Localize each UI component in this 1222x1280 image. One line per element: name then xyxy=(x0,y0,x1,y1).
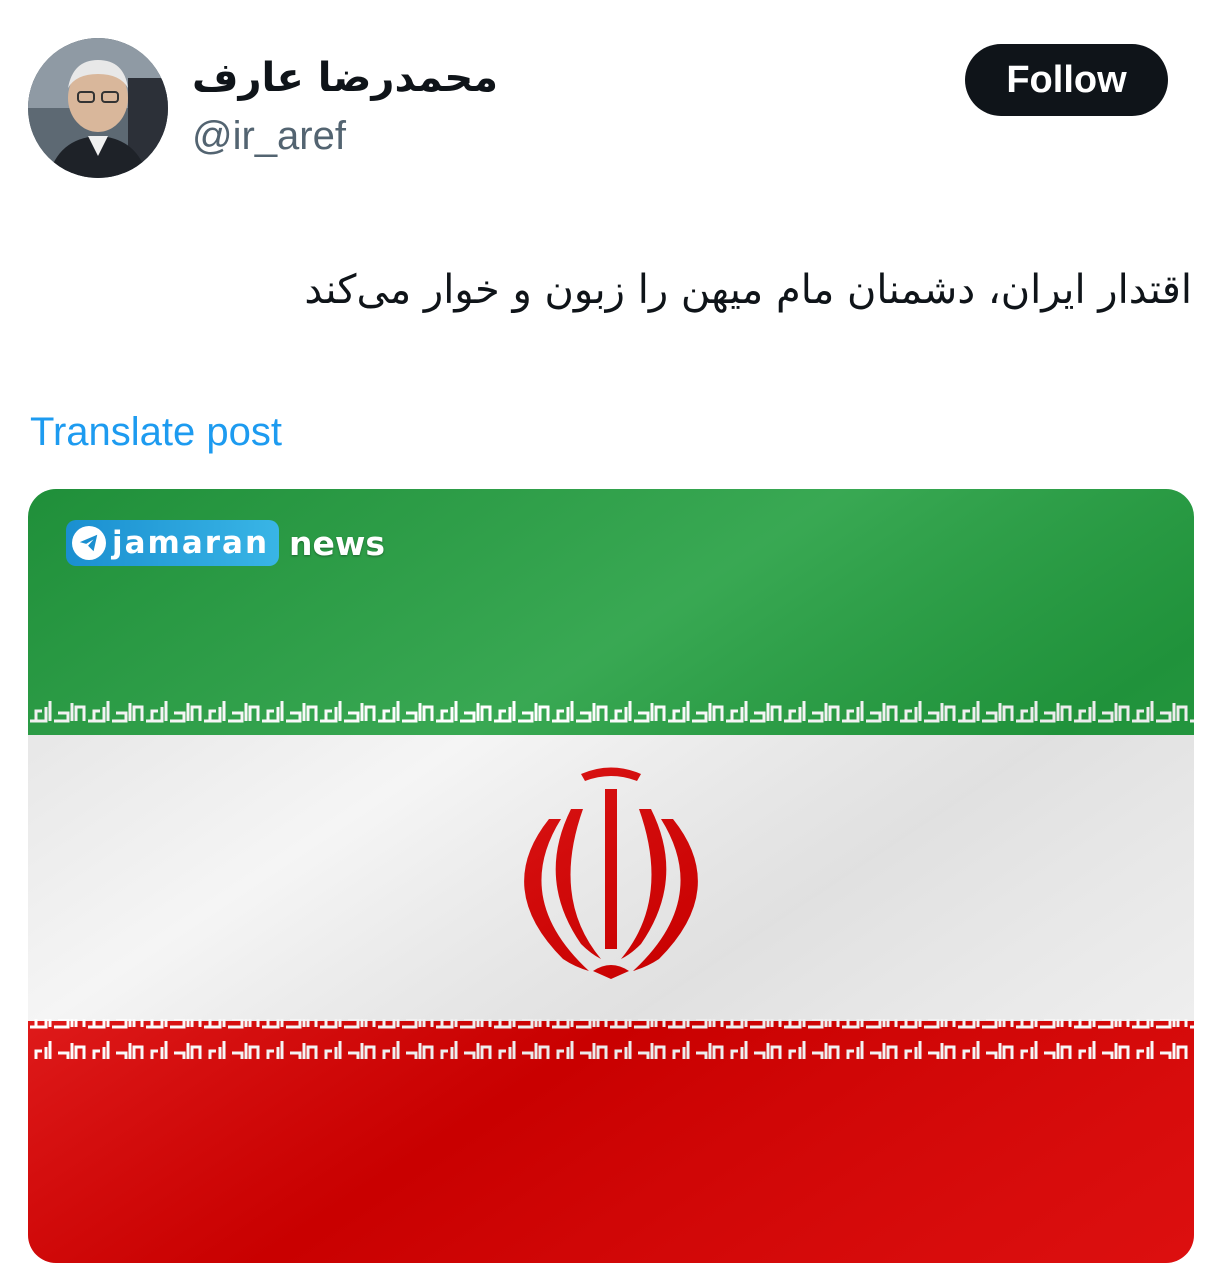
jamaran-news-watermark: jamaran news xyxy=(66,519,385,567)
watermark-badge: jamaran xyxy=(66,520,280,566)
watermark-brand: jamaran xyxy=(112,525,270,561)
avatar-photo-icon xyxy=(28,38,168,178)
tweet-text: اقتدار ایران، دشمنان مام میهن را زبون و … xyxy=(304,267,1192,313)
author-display-name[interactable]: محمدرضا عارف xyxy=(192,48,498,108)
author-avatar[interactable] xyxy=(28,38,168,178)
tweet-media-image[interactable]: jamaran news xyxy=(28,489,1194,1263)
author-handle[interactable]: @ir_aref xyxy=(192,108,346,164)
iran-flag-icon xyxy=(28,489,1194,1263)
watermark-suffix: news xyxy=(289,523,386,563)
follow-button[interactable]: Follow xyxy=(965,44,1168,116)
translate-post-link[interactable]: Translate post xyxy=(30,404,282,460)
telegram-plane-icon xyxy=(72,526,106,560)
